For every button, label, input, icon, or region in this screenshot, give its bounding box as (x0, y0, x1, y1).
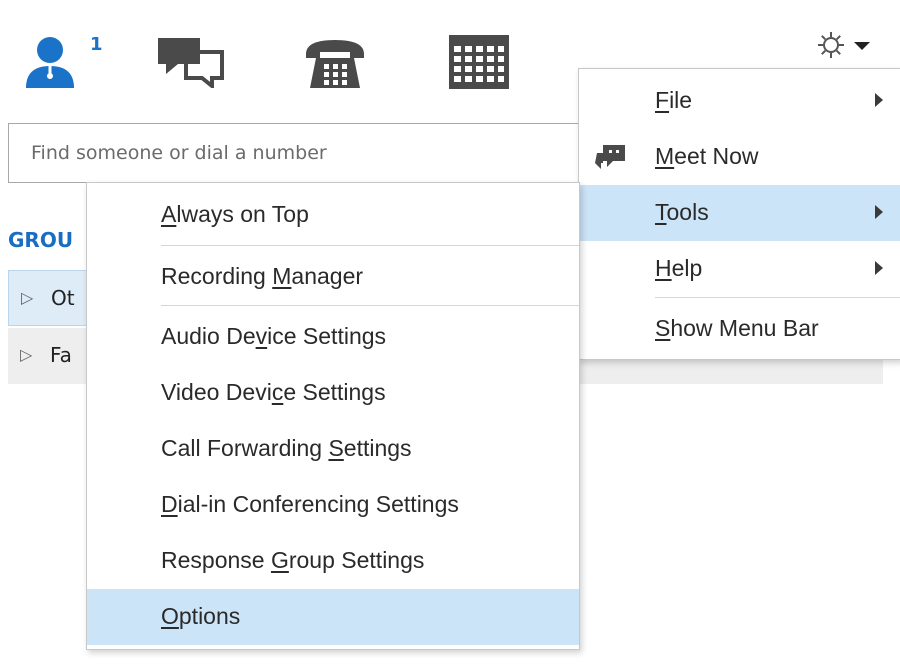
menu-item-label: Call Forwarding Settings (161, 435, 412, 461)
contacts-icon[interactable] (24, 36, 76, 90)
menu-separator (161, 245, 579, 246)
search-placeholder: Find someone or dial a number (31, 142, 327, 164)
menu-item-always-on-top[interactable]: Always on Top (87, 187, 579, 243)
menu-item-options[interactable]: Options (87, 589, 579, 645)
menu-item-label: Always on Top (161, 201, 309, 227)
menu-item-label: Options (161, 603, 241, 629)
menu-item-label: Help (655, 255, 703, 281)
menu-item-label: Video Device Settings (161, 379, 386, 405)
contacts-count-badge: 1 (90, 34, 103, 55)
conversations-icon[interactable] (156, 36, 226, 88)
menu-item-file[interactable]: File (579, 73, 900, 129)
menu-item-label: Recording Manager (161, 263, 364, 289)
groups-label: GROU (8, 228, 74, 252)
meet-now-icon (595, 145, 625, 169)
menu-item-show-menu-bar[interactable]: Show Menu Bar (579, 301, 900, 357)
submenu-arrow-icon (875, 205, 883, 219)
menu-item-label: File (655, 87, 693, 113)
expand-caret-icon[interactable]: ▷ (21, 288, 33, 307)
menu-item-label: Show Menu Bar (655, 315, 819, 341)
menu-item-label: Meet Now (655, 143, 759, 169)
menu-item-response-group-settings[interactable]: Response Group Settings (87, 533, 579, 589)
submenu-arrow-icon (875, 93, 883, 107)
expand-caret-icon[interactable]: ▷ (20, 345, 32, 364)
menu-item-video-device-settings[interactable]: Video Device Settings (87, 365, 579, 421)
menu-item-label: Tools (655, 199, 709, 225)
tools-submenu: Always on Top Recording Manager Audio De… (86, 182, 580, 650)
gear-icon[interactable] (816, 30, 846, 60)
phone-icon[interactable] (302, 34, 368, 90)
meetings-icon[interactable] (448, 34, 510, 90)
menu-separator (161, 305, 579, 306)
menu-item-label: Audio Device Settings (161, 323, 387, 349)
menu-item-dial-in-conferencing-settings[interactable]: Dial-in Conferencing Settings (87, 477, 579, 533)
group-name: Ot (51, 286, 75, 310)
menu-item-recording-manager[interactable]: Recording Manager (87, 249, 579, 305)
chevron-down-icon[interactable] (852, 40, 872, 52)
menu-item-meet-now[interactable]: Meet Now (579, 129, 900, 185)
menu-item-label: Dial-in Conferencing Settings (161, 491, 459, 517)
menu-item-audio-device-settings[interactable]: Audio Device Settings (87, 309, 579, 365)
main-menu: File Meet Now Tools Help Show Menu Bar (578, 68, 900, 360)
menu-item-tools[interactable]: Tools (579, 185, 900, 241)
group-name: Fa (50, 343, 72, 367)
menu-separator (655, 297, 900, 298)
menu-item-label: Response Group Settings (161, 547, 425, 573)
search-input[interactable]: Find someone or dial a number (8, 123, 608, 183)
submenu-arrow-icon (875, 261, 883, 275)
menu-item-call-forwarding-settings[interactable]: Call Forwarding Settings (87, 421, 579, 477)
menu-item-help[interactable]: Help (579, 241, 900, 297)
